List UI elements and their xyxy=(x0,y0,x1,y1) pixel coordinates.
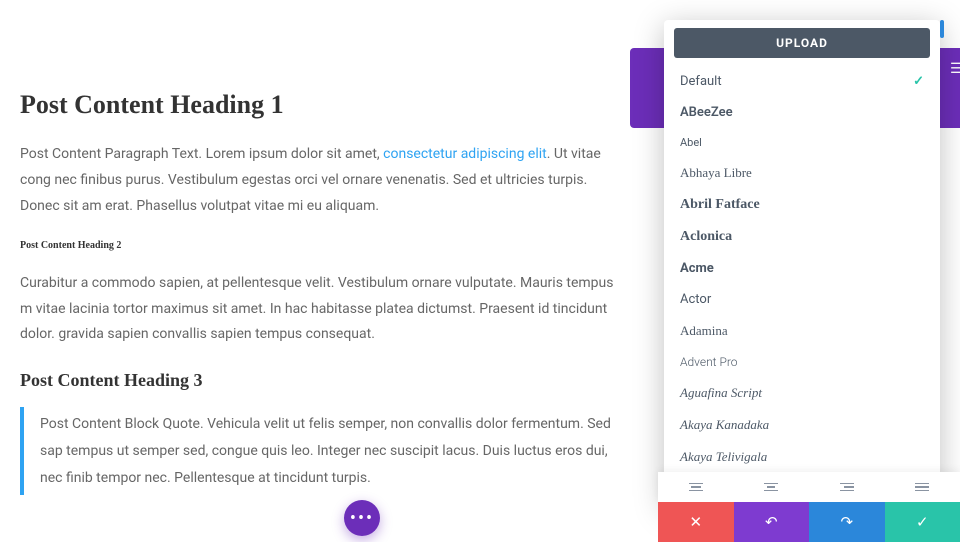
para1-text-a: Post Content Paragraph Text. Lorem ipsum… xyxy=(20,146,383,162)
para1-link[interactable]: consectetur adipiscing elit xyxy=(383,146,547,162)
font-option-label: Abhaya Libre xyxy=(680,165,752,181)
font-option[interactable]: Adamina xyxy=(664,315,940,347)
font-option-label: Akaya Telivigala xyxy=(680,449,767,465)
font-list[interactable]: Default ✓ ABeeZee Abel Abhaya Libre Abril Fat… xyxy=(664,66,940,506)
dots-icon: ••• xyxy=(350,508,374,529)
font-option-label: Akaya Kanadaka xyxy=(680,417,769,433)
confirm-button[interactable]: ✓ xyxy=(885,502,960,542)
post-content: Post Content Heading 1 Post Content Para… xyxy=(0,0,640,515)
font-option[interactable]: Actor xyxy=(664,284,940,315)
redo-button[interactable]: ↷ xyxy=(809,502,885,542)
font-option[interactable]: Acme xyxy=(664,253,940,284)
align-right-button[interactable] xyxy=(809,472,885,502)
upload-button[interactable]: UPLOAD xyxy=(674,28,930,58)
font-option-label: Abril Fatface xyxy=(680,197,760,213)
text-align-row xyxy=(658,472,960,502)
font-option-label: Adamina xyxy=(680,323,728,339)
font-option[interactable]: Abel xyxy=(664,128,940,157)
font-option[interactable]: Abril Fatface xyxy=(664,189,940,221)
font-option[interactable]: Akaya Kanadaka xyxy=(664,409,940,441)
heading-2: Post Content Heading 2 xyxy=(20,240,620,251)
redo-icon: ↷ xyxy=(840,513,853,531)
font-option[interactable]: Aclonica xyxy=(664,221,940,253)
dropdown-scrollbar[interactable] xyxy=(940,20,944,38)
font-option-label: Default xyxy=(680,74,722,89)
font-option[interactable]: ABeeZee xyxy=(664,97,940,128)
undo-icon: ↶ xyxy=(765,513,778,531)
add-module-fab[interactable]: ••• xyxy=(344,500,380,536)
font-dropdown: UPLOAD Default ✓ ABeeZee Abel Abhaya Libre Ab… xyxy=(664,20,940,506)
font-option[interactable]: Aguafina Script xyxy=(664,377,940,409)
font-option-label: Aclonica xyxy=(680,229,732,245)
font-option-label: Advent Pro xyxy=(680,355,738,369)
blockquote: Post Content Block Quote. Vehicula velit… xyxy=(20,407,620,495)
font-option[interactable]: Advent Pro xyxy=(664,347,940,377)
font-option-label: Actor xyxy=(680,292,711,307)
menu-icon[interactable]: ☰ xyxy=(950,60,960,78)
font-option-label: Abel xyxy=(680,136,702,149)
blockquote-text: Post Content Block Quote. Vehicula velit… xyxy=(40,411,620,491)
paragraph-1: Post Content Paragraph Text. Lorem ipsum… xyxy=(20,142,620,220)
check-icon: ✓ xyxy=(916,513,929,531)
heading-3: Post Content Heading 3 xyxy=(20,370,620,391)
font-option[interactable]: Akaya Telivigala xyxy=(664,441,940,473)
heading-1: Post Content Heading 1 xyxy=(20,90,620,120)
undo-button[interactable]: ↶ xyxy=(734,502,810,542)
align-left-button[interactable] xyxy=(658,472,734,502)
paragraph-2: Curabitur a commodo sapien, at pellentes… xyxy=(20,271,620,349)
action-bar: ✕ ↶ ↷ ✓ xyxy=(658,502,960,542)
font-option[interactable]: Default ✓ xyxy=(664,66,940,97)
align-center-button[interactable] xyxy=(734,472,810,502)
font-option[interactable]: Abhaya Libre xyxy=(664,157,940,189)
font-option-label: Acme xyxy=(680,261,714,276)
font-option-label: Aguafina Script xyxy=(680,385,762,401)
align-justify-button[interactable] xyxy=(885,472,960,502)
font-option-label: ABeeZee xyxy=(680,105,733,120)
cancel-button[interactable]: ✕ xyxy=(658,502,734,542)
check-icon: ✓ xyxy=(913,74,924,89)
close-icon: ✕ xyxy=(689,513,702,531)
